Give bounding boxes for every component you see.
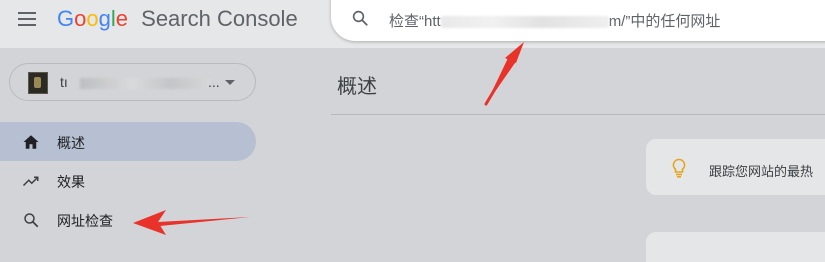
search-icon xyxy=(24,213,39,228)
logo-letter: G xyxy=(57,6,75,31)
search-icon xyxy=(352,10,368,26)
tip-card[interactable]: 跟踪您网站的最热 xyxy=(646,139,825,195)
sidebar: tı ... 概述 效果 网址检查 xyxy=(0,48,310,249)
search-console-logo[interactable]: Google Search Console xyxy=(57,6,298,32)
sidebar-item-label: 网址检查 xyxy=(57,213,113,229)
redacted-property-name xyxy=(80,78,210,89)
search-placeholder-suffix: m/”中的任何网址 xyxy=(608,13,721,30)
url-inspection-search-bar[interactable]: 检查“htt m/”中的任何网址 xyxy=(331,0,825,41)
redacted-domain xyxy=(440,16,609,29)
divider xyxy=(331,114,825,115)
annotation-arrow-up xyxy=(484,42,524,106)
hamburger-menu-icon[interactable] xyxy=(18,10,38,28)
logo-letter: o xyxy=(74,6,87,31)
logo-letter: e xyxy=(115,6,129,31)
page-title: 概述 xyxy=(337,76,377,98)
property-favicon xyxy=(28,72,48,94)
google-wordmark: Google xyxy=(57,6,134,31)
content-card xyxy=(646,232,825,262)
property-name-ellipsis: ... xyxy=(208,74,220,90)
sidebar-item-label: 概述 xyxy=(57,135,85,151)
logo-letter: g xyxy=(98,6,111,31)
logo-letter: o xyxy=(86,6,99,31)
top-app-bar: Google Search Console 检查“htt m/”中的任何网址 xyxy=(0,0,825,48)
sidebar-item-url-inspection[interactable]: 网址检查 xyxy=(0,200,256,239)
trending-up-icon xyxy=(22,176,39,187)
tip-text: 跟踪您网站的最热 xyxy=(709,164,814,179)
sidebar-item-overview[interactable]: 概述 xyxy=(0,122,256,161)
sidebar-item-label: 效果 xyxy=(57,174,85,190)
chevron-down-icon xyxy=(225,80,235,85)
property-selector[interactable]: tı ... xyxy=(9,63,256,101)
search-placeholder: 检查“htt m/”中的任何网址 xyxy=(389,10,720,31)
property-name: tı xyxy=(60,74,68,90)
sidebar-item-performance[interactable]: 效果 xyxy=(0,161,256,200)
search-placeholder-prefix: 检查“htt xyxy=(389,13,441,30)
lightbulb-icon xyxy=(672,158,686,178)
product-name: Search Console xyxy=(141,6,298,31)
home-icon xyxy=(23,135,39,149)
